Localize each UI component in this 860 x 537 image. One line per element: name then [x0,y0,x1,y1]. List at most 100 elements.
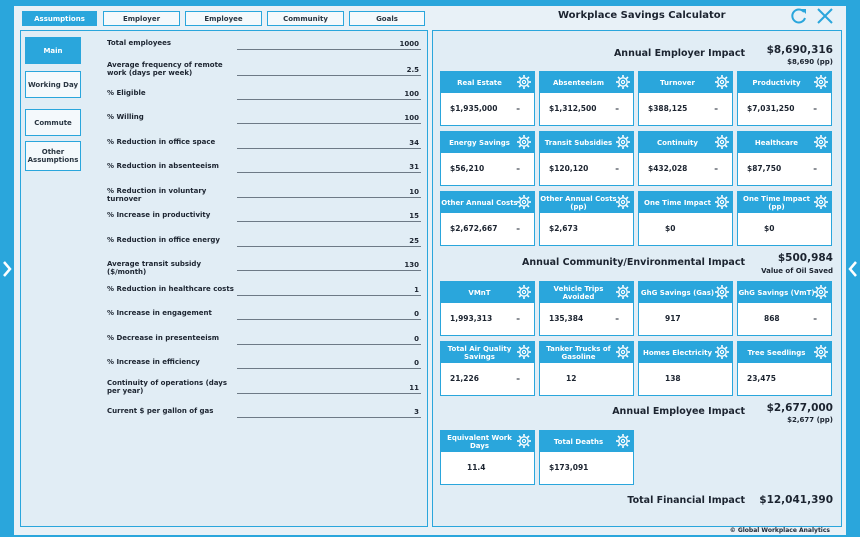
refresh-icon[interactable] [789,7,809,25]
assumption-input[interactable] [237,309,421,320]
collapse-toggle[interactable]: – [516,374,520,383]
gear-icon[interactable] [615,194,631,210]
collapse-toggle[interactable]: – [813,314,817,323]
chevron-left-icon[interactable] [847,258,859,280]
subnav-main[interactable]: Main [25,37,81,64]
subnav-working-day[interactable]: Working Day [25,71,81,98]
gear-icon[interactable] [714,194,730,210]
gear-icon[interactable] [714,134,730,150]
card-value: $2,673 [549,224,578,233]
collapse-toggle[interactable]: – [516,104,520,113]
gear-icon[interactable] [615,134,631,150]
calculator-frame: Assumptions Employer Employee Community … [14,6,846,535]
assumption-input[interactable] [237,334,421,345]
gear-icon[interactable] [516,433,532,449]
gear-icon[interactable] [615,433,631,449]
tab-goals[interactable]: Goals [349,11,425,26]
card-value: 868 [764,314,780,323]
card-value: 135,384 [549,314,584,323]
impact-card: Total Deaths $173,091 [539,430,634,485]
assumption-input[interactable] [237,211,421,222]
assumption-label: % Increase in productivity [107,211,211,219]
assumption-input[interactable] [237,236,421,247]
card-value: $2,672,667 [450,224,498,233]
impact-card: Transit Subsidies $120,120– [539,131,634,186]
chevron-right-icon[interactable] [1,258,13,280]
impact-card: Productivity $7,031,250– [737,71,832,126]
card-value: $432,028 [648,164,688,173]
card-value: 138 [665,374,681,383]
assumption-input[interactable] [237,138,421,149]
assumption-input[interactable] [237,113,421,124]
assumption-label: % Reduction in voluntary turnover [107,187,207,203]
assumption-input[interactable] [237,39,421,50]
gear-icon[interactable] [813,344,829,360]
gear-icon[interactable] [714,344,730,360]
card-value: $388,125 [648,104,688,113]
collapse-toggle[interactable]: – [813,104,817,113]
tab-employer[interactable]: Employer [103,11,180,26]
collapse-toggle[interactable]: – [813,164,817,173]
impact-card: Turnover $388,125– [638,71,733,126]
assumption-label: % Decrease in presenteeism [107,334,220,342]
assumption-input[interactable] [237,65,421,76]
gear-icon[interactable] [516,344,532,360]
employer-impact-value: $8,690,316 [766,44,833,56]
assumption-label: Average transit subsidy ($/month) [107,260,202,276]
collapse-toggle[interactable]: – [516,314,520,323]
assumption-label: % Reduction in absenteeism [107,162,219,170]
employee-impact-title: Annual Employee Impact [612,406,745,417]
gear-icon[interactable] [615,284,631,300]
gear-icon[interactable] [813,194,829,210]
impact-card: VMnT 1,993,313– [440,281,535,336]
card-value: $7,031,250 [747,104,795,113]
card-value: $56,210 [450,164,485,173]
collapse-toggle[interactable]: – [714,104,718,113]
gear-icon[interactable] [615,74,631,90]
card-value: $1,312,500 [549,104,597,113]
gear-icon[interactable] [714,74,730,90]
assumption-input[interactable] [237,358,421,369]
assumptions-panel: Main Working Day Commute Other Assumptio… [20,30,428,527]
subnav-other-assumptions[interactable]: Other Assumptions [25,141,81,171]
collapse-toggle[interactable]: – [615,164,619,173]
gear-icon[interactable] [813,74,829,90]
assumption-input[interactable] [237,162,421,173]
assumption-label: % Reduction in office energy [107,236,220,244]
app-title: Workplace Savings Calculator [558,10,726,21]
collapse-toggle[interactable]: – [615,104,619,113]
assumption-label: % Willing [107,113,144,121]
employer-impact-per-person: $8,690 (pp) [787,58,833,66]
collapse-toggle[interactable]: – [714,164,718,173]
collapse-toggle[interactable]: – [516,164,520,173]
assumption-input[interactable] [237,383,421,394]
tab-assumptions[interactable]: Assumptions [22,11,97,26]
tab-community[interactable]: Community [267,11,344,26]
impact-card: Energy Savings $56,210– [440,131,535,186]
gear-icon[interactable] [813,134,829,150]
community-impact-title: Annual Community/Environmental Impact [521,257,745,268]
gear-icon[interactable] [516,74,532,90]
assumption-label: % Increase in efficiency [107,358,200,366]
gear-icon[interactable] [516,284,532,300]
assumption-input[interactable] [237,187,421,198]
tab-employee[interactable]: Employee [185,11,262,26]
collapse-toggle[interactable]: – [516,224,520,233]
assumption-input[interactable] [237,89,421,100]
impact-card: One Time Impact $0 [638,191,733,246]
collapse-toggle[interactable]: – [615,314,619,323]
assumption-input[interactable] [237,260,421,271]
assumption-label: Continuity of operations (days per year) [107,379,228,395]
assumption-input[interactable] [237,407,421,418]
close-icon[interactable] [815,7,835,25]
card-value: 23,475 [747,374,776,383]
subnav-commute[interactable]: Commute [25,109,81,136]
gear-icon[interactable] [516,194,532,210]
gear-icon[interactable] [714,284,730,300]
gear-icon[interactable] [813,284,829,300]
gear-icon[interactable] [615,344,631,360]
impact-card: Tree Seedlings 23,475 [737,341,832,396]
gear-icon[interactable] [516,134,532,150]
card-value: $1,935,000 [450,104,498,113]
assumption-input[interactable] [237,285,421,296]
